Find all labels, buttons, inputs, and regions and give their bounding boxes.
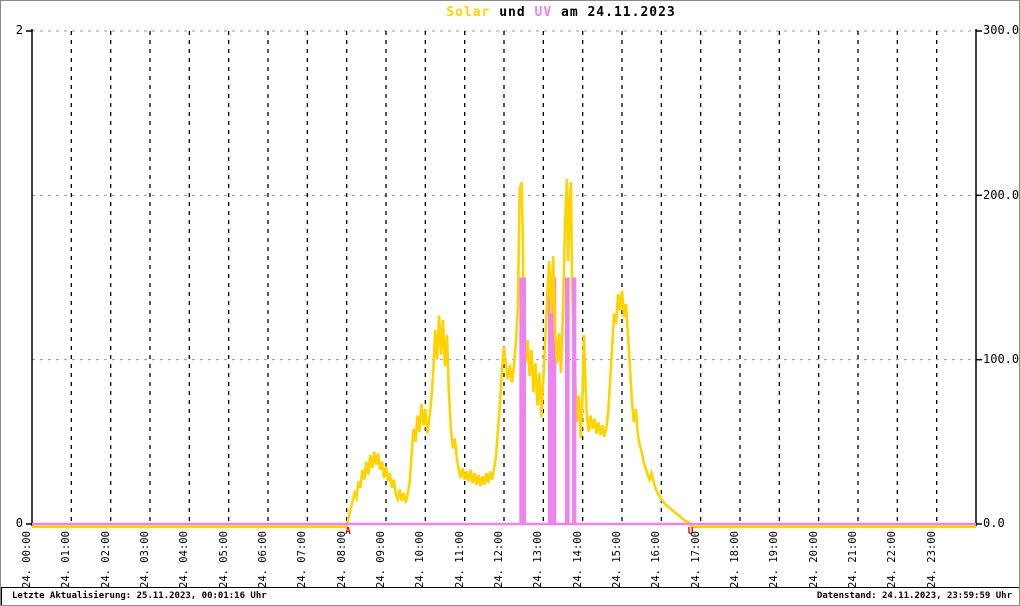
- last-update-text: Letzte Aktualisierung: 25.11.2023, 00:01…: [12, 591, 267, 601]
- left-axis-tick-label: 2: [15, 23, 23, 37]
- x-axis-tick-label: 24. 22:00: [886, 531, 899, 588]
- solar-uv-chart-page: Solar und UV am 24.11.2023 AU 2 0 300.0 …: [0, 0, 1020, 606]
- x-axis-tick-label: 24. 17:00: [689, 531, 702, 588]
- x-axis-tick-label: 24. 16:00: [650, 531, 663, 588]
- uv-bar: [564, 277, 570, 524]
- right-axis-tick-label: 200.0: [983, 188, 1020, 202]
- x-axis-tick-label: 24. 04:00: [178, 531, 191, 588]
- uv-bar: [572, 277, 577, 524]
- x-axis-tick-label: 24. 02:00: [99, 531, 112, 588]
- x-axis-tick-label: 24. 09:00: [375, 531, 387, 588]
- x-axis-tick-label: 24. 06:00: [257, 531, 269, 588]
- right-axis-tick-label: 300.0: [983, 23, 1020, 37]
- x-axis-tick-label: 24. 15:00: [611, 531, 623, 588]
- x-axis-tick-label: 24. 23:00: [925, 531, 938, 588]
- x-axis-tick-label: 24. 21:00: [847, 531, 859, 588]
- x-axis-tick-label: 24. 00:00: [21, 531, 33, 588]
- left-axis-tick-label: 0: [15, 516, 23, 530]
- x-axis-tick-label: 24. 12:00: [493, 531, 505, 588]
- data-timestamp-text: Datenstand: 24.11.2023, 23:59:59 Uhr: [816, 591, 1012, 601]
- x-axis-tick-label: 24. 20:00: [807, 531, 820, 588]
- x-axis-tick-label: 24. 10:00: [414, 531, 427, 588]
- x-axis-tick-label: 24. 01:00: [60, 531, 73, 588]
- x-axis-tick-label: 24. 13:00: [532, 531, 545, 588]
- x-axis-tick-label: 24. 11:00: [453, 531, 466, 588]
- x-axis-tick-label: 24. 18:00: [729, 531, 741, 588]
- plot-area: AU: [26, 29, 982, 537]
- x-axis-tick-label: 24. 19:00: [768, 531, 781, 588]
- x-axis-tick-label: 24. 07:00: [296, 531, 309, 588]
- uv-bar: [519, 277, 527, 524]
- footer-bar: Letzte Aktualisierung: 25.11.2023, 00:01…: [1, 587, 1019, 605]
- x-axis-tick-label: 24. 08:00: [335, 531, 348, 588]
- right-axis-tick-label: 100.0: [983, 352, 1020, 366]
- right-axis-tick-label: 0.0: [983, 516, 1005, 530]
- x-axis-tick-label: 24. 03:00: [139, 531, 151, 588]
- x-axis-tick-label: 24. 14:00: [571, 531, 584, 588]
- x-axis-tick-label: 24. 05:00: [217, 531, 230, 588]
